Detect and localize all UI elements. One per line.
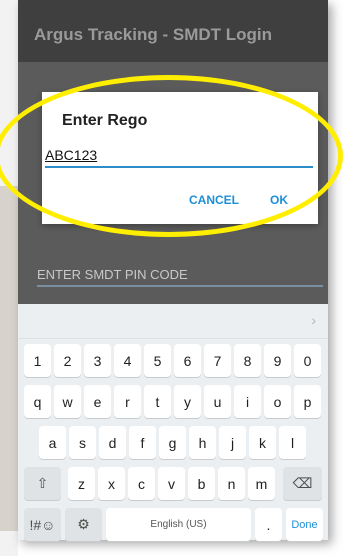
key-a[interactable]: a — [39, 426, 66, 459]
pin-code-field[interactable]: ENTER SMDT PIN CODE — [37, 267, 188, 282]
key-s[interactable]: s — [69, 426, 96, 459]
key-e[interactable]: e — [84, 385, 111, 418]
done-key[interactable]: Done — [286, 508, 323, 541]
key-9[interactable]: 9 — [264, 344, 291, 377]
key-j[interactable]: j — [219, 426, 246, 459]
highlight-annotation — [0, 75, 343, 237]
key-5[interactable]: 5 — [144, 344, 171, 377]
keyboard-toolbar: › — [18, 304, 328, 339]
key-u[interactable]: u — [204, 385, 231, 418]
key-4[interactable]: 4 — [114, 344, 141, 377]
key-g[interactable]: g — [159, 426, 186, 459]
key-p[interactable]: p — [294, 385, 321, 418]
chevron-right-icon[interactable]: › — [311, 312, 316, 328]
key-0[interactable]: 0 — [294, 344, 321, 377]
key-c[interactable]: c — [128, 467, 155, 500]
key-x[interactable]: x — [98, 467, 125, 500]
key-7[interactable]: 7 — [204, 344, 231, 377]
pin-underline — [37, 285, 323, 287]
symbols-key[interactable]: !#☺ — [24, 508, 61, 541]
key-6[interactable]: 6 — [174, 344, 201, 377]
key-r[interactable]: r — [114, 385, 141, 418]
key-8[interactable]: 8 — [234, 344, 261, 377]
app-bar: Argus Tracking - SMDT Login — [18, 0, 328, 62]
key-3[interactable]: 3 — [84, 344, 111, 377]
key-z[interactable]: z — [68, 467, 95, 500]
key-1[interactable]: 1 — [24, 344, 51, 377]
app-title: Argus Tracking - SMDT Login — [34, 25, 273, 44]
soft-keyboard: › 1 2 3 4 5 6 7 8 9 0 q w e r t y u i o p a s d f g h j k l ⇧ z x c v b n m ⌫… — [18, 304, 328, 541]
background-strip — [0, 186, 18, 531]
key-t[interactable]: t — [144, 385, 171, 418]
period-key[interactable]: . — [255, 508, 282, 541]
key-n[interactable]: n — [218, 467, 245, 500]
key-h[interactable]: h — [189, 426, 216, 459]
key-y[interactable]: y — [174, 385, 201, 418]
key-l[interactable]: l — [279, 426, 306, 459]
key-2[interactable]: 2 — [54, 344, 81, 377]
backspace-key-icon[interactable]: ⌫ — [283, 467, 322, 500]
space-key[interactable]: English (US) — [106, 508, 251, 541]
key-f[interactable]: f — [129, 426, 156, 459]
key-v[interactable]: v — [158, 467, 185, 500]
key-w[interactable]: w — [54, 385, 81, 418]
key-o[interactable]: o — [264, 385, 291, 418]
settings-key-icon[interactable]: ⚙ — [65, 508, 102, 541]
key-d[interactable]: d — [99, 426, 126, 459]
key-k[interactable]: k — [249, 426, 276, 459]
key-i[interactable]: i — [234, 385, 261, 418]
key-m[interactable]: m — [248, 467, 275, 500]
key-b[interactable]: b — [188, 467, 215, 500]
shift-key-icon[interactable]: ⇧ — [24, 467, 61, 500]
key-q[interactable]: q — [24, 385, 51, 418]
